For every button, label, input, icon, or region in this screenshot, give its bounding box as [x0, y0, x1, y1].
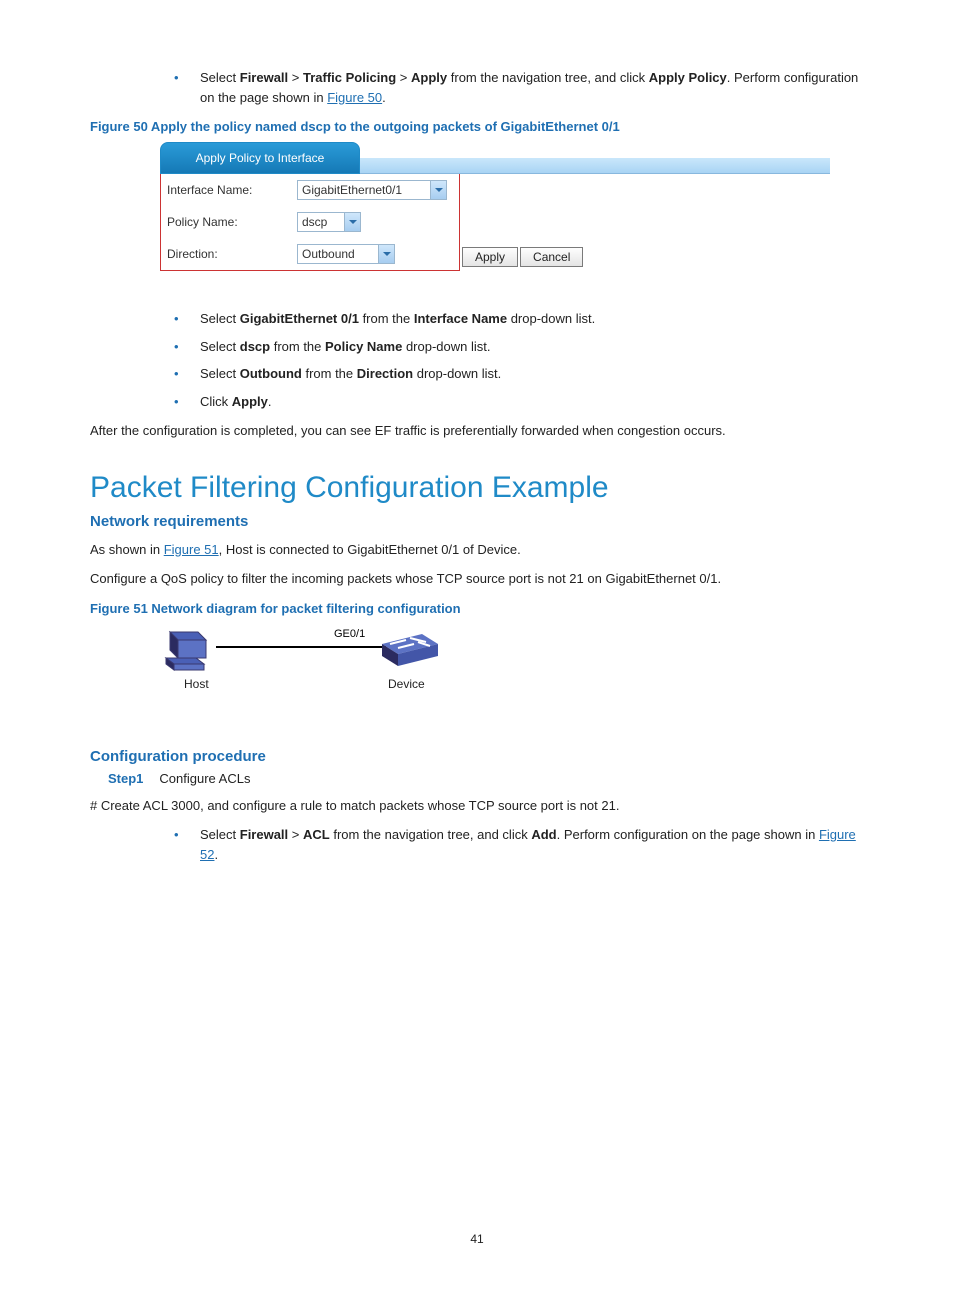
apply-button[interactable]: Apply	[462, 247, 518, 267]
text: drop-down list.	[402, 339, 490, 354]
proc-bullet: Select Firewall > ACL from the navigatio…	[160, 825, 864, 864]
text: Click	[200, 394, 232, 409]
text: Direction	[357, 366, 413, 381]
step-1-label: Step1	[108, 771, 143, 786]
sub-bullet-2: Select dscp from the Policy Name drop-do…	[160, 337, 864, 357]
text: drop-down list.	[507, 311, 595, 326]
text: ACL	[303, 827, 330, 842]
firewall-text: Firewall	[240, 70, 288, 85]
sub-bullet-1: Select GigabitEthernet 0/1 from the Inte…	[160, 309, 864, 329]
net-para-1: As shown in Figure 51, Host is connected…	[90, 540, 864, 560]
text: Firewall	[240, 827, 288, 842]
apply-policy-tab[interactable]: Apply Policy to Interface	[160, 142, 360, 174]
text: Interface Name	[414, 311, 507, 326]
direction-label: Direction:	[167, 247, 297, 261]
policy-name-value: dscp	[302, 215, 340, 229]
text: .	[382, 90, 386, 105]
host-label: Host	[184, 677, 209, 691]
network-requirements-heading: Network requirements	[90, 513, 864, 530]
device-label: Device	[388, 677, 425, 691]
policy-name-dropdown[interactable]: dscp	[297, 212, 361, 232]
direction-dropdown[interactable]: Outbound	[297, 244, 395, 264]
text: Select	[200, 827, 240, 842]
cancel-button[interactable]: Cancel	[520, 247, 583, 267]
caption-bold: dscp	[300, 119, 330, 134]
chevron-down-icon[interactable]	[344, 213, 360, 231]
figure-51-link[interactable]: Figure 51	[164, 542, 219, 557]
text: .	[214, 847, 218, 862]
step-1-row: Step1 Configure ACLs	[108, 771, 864, 786]
page-number: 41	[0, 1232, 954, 1246]
caption-text: Figure 50 Apply the policy named	[90, 119, 300, 134]
hash-line: # Create ACL 3000, and configure a rule …	[90, 796, 864, 816]
text: Select	[200, 339, 240, 354]
text: .	[268, 394, 272, 409]
chevron-down-icon[interactable]	[430, 181, 446, 199]
network-diagram: GE0/1 Host Device	[160, 624, 450, 700]
text: from the navigation tree, and click	[447, 70, 649, 85]
text: >	[288, 827, 303, 842]
ge-label: GE0/1	[334, 628, 365, 640]
apply-policy-text: Apply Policy	[649, 70, 727, 85]
interface-name-value: GigabitEthernet0/1	[302, 183, 426, 197]
interface-name-dropdown[interactable]: GigabitEthernet0/1	[297, 180, 447, 200]
caption-text: to the outgoing packets of GigabitEthern…	[331, 119, 620, 134]
sub-bullet-3: Select Outbound from the Direction drop-…	[160, 364, 864, 384]
text: >	[396, 70, 411, 85]
figure-50-screenshot: Apply Policy to Interface Interface Name…	[160, 142, 830, 271]
text: Select	[200, 70, 240, 85]
apply-text: Apply	[411, 70, 447, 85]
net-para-2: Configure a QoS policy to filter the inc…	[90, 569, 864, 589]
text: from the	[359, 311, 414, 326]
text: Policy Name	[325, 339, 402, 354]
policy-name-label: Policy Name:	[167, 215, 297, 229]
direction-value: Outbound	[302, 247, 374, 261]
connection-line	[216, 646, 386, 648]
step-1-text: Configure ACLs	[159, 771, 250, 786]
after-paragraph: After the configuration is completed, yo…	[90, 421, 864, 441]
configuration-procedure-heading: Configuration procedure	[90, 748, 864, 765]
text: drop-down list.	[413, 366, 501, 381]
text: >	[288, 70, 303, 85]
traffic-policing-text: Traffic Policing	[303, 70, 396, 85]
text: Add	[531, 827, 556, 842]
section-heading: Packet Filtering Configuration Example	[90, 471, 864, 505]
text: GigabitEthernet 0/1	[240, 311, 359, 326]
figure-50-link[interactable]: Figure 50	[327, 90, 382, 105]
text: Outbound	[240, 366, 302, 381]
text: from the navigation tree, and click	[330, 827, 532, 842]
text: As shown in	[90, 542, 164, 557]
chevron-down-icon[interactable]	[378, 245, 394, 263]
intro-bullet: Select Firewall > Traffic Policing > App…	[160, 68, 864, 107]
text: dscp	[240, 339, 270, 354]
text: from the	[302, 366, 357, 381]
device-icon	[378, 630, 442, 674]
text: , Host is connected to GigabitEthernet 0…	[219, 542, 521, 557]
text: Select	[200, 311, 240, 326]
interface-name-label: Interface Name:	[167, 183, 297, 197]
text: Apply	[232, 394, 268, 409]
text: . Perform configuration on the page show…	[557, 827, 819, 842]
text: Select	[200, 366, 240, 381]
figure-51-caption: Figure 51 Network diagram for packet fil…	[90, 601, 864, 616]
sub-bullet-4: Click Apply.	[160, 392, 864, 412]
figure-50-caption: Figure 50 Apply the policy named dscp to…	[90, 119, 864, 134]
tab-bar-rest	[360, 158, 830, 174]
host-icon	[160, 624, 216, 674]
text: from the	[270, 339, 325, 354]
